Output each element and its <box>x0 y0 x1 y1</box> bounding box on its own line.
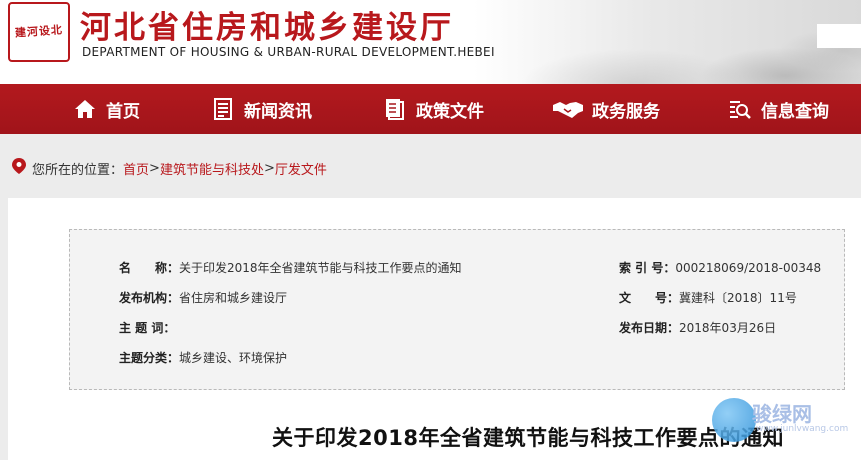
nav-item-home[interactable]: 首页 <box>72 84 140 134</box>
search-icon <box>727 96 753 122</box>
info-date-label: 发布日期： <box>619 321 680 335</box>
watermark-text: 骏绿网 <box>752 402 812 426</box>
info-date-row: 发布日期：2018年03月26日 <box>619 319 776 336</box>
info-category-row: 主题分类：城乡建设、环境保护 <box>119 349 287 366</box>
nav-item-news[interactable]: 新闻资讯 <box>210 84 312 134</box>
main-nav: 首页 新闻资讯 政策文件 政务服务 信息查询 <box>0 84 861 134</box>
nav-item-label: 新闻资讯 <box>244 101 312 122</box>
breadcrumb-link-department[interactable]: 建筑节能与科技处 <box>160 159 264 178</box>
logo-seal[interactable]: 建河设北 <box>8 2 70 62</box>
info-index-row: 索 引 号：000218069/2018-00348 <box>619 259 821 276</box>
info-name-value: 关于印发2018年全省建筑节能与科技工作要点的通知 <box>179 261 462 275</box>
info-index-value: 000218069/2018-00348 <box>675 261 822 275</box>
document-title: 关于印发2018年全省建筑节能与科技工作要点的通知 <box>272 426 784 450</box>
watermark-subtext: www.junlvwang.com <box>756 424 849 434</box>
breadcrumb-prefix: 您所在的位置： <box>32 162 124 178</box>
info-org-row: 发布机构：省住房和城乡建设厅 <box>119 289 287 306</box>
watermark-logo-icon <box>712 398 756 442</box>
site-title[interactable]: 河北省住房和城乡建设厅 <box>80 2 454 47</box>
info-docno-row: 文 号：冀建科〔2018〕11号 <box>619 289 797 306</box>
handshake-icon <box>552 96 584 122</box>
home-icon <box>72 96 98 122</box>
info-category-value: 城乡建设、环境保护 <box>179 351 288 365</box>
site-header: 建河设北 河北省住房和城乡建设厅 DEPARTMENT OF HOUSING &… <box>0 0 861 84</box>
info-docno-label: 文 号： <box>619 291 680 305</box>
nav-item-label: 首页 <box>106 101 140 122</box>
header-landscape-decoration <box>481 0 861 84</box>
info-index-label: 索 引 号： <box>619 261 676 275</box>
nav-item-label: 政务服务 <box>592 101 660 122</box>
site-title-english: DEPARTMENT OF HOUSING & URBAN-RURAL DEVE… <box>82 45 495 59</box>
news-icon <box>210 96 236 122</box>
info-date-value: 2018年03月26日 <box>679 321 777 335</box>
document-icon <box>382 96 408 122</box>
seal-text: 建河设北 <box>14 23 64 40</box>
location-pin-icon <box>12 158 32 178</box>
nav-item-label: 信息查询 <box>761 101 829 122</box>
info-topic-row: 主 题 词： <box>119 319 175 336</box>
breadcrumb-link-category[interactable]: 厅发文件 <box>275 159 327 178</box>
nav-item-query[interactable]: 信息查询 <box>727 84 829 134</box>
info-org-label: 发布机构： <box>119 291 180 305</box>
info-topic-label: 主 题 词： <box>119 321 176 335</box>
info-name-label: 名 称： <box>119 261 180 275</box>
nav-item-services[interactable]: 政务服务 <box>552 84 660 134</box>
header-corner-tab <box>817 24 861 48</box>
watermark: 骏绿网 www.junlvwang.com <box>712 396 852 444</box>
nav-item-policy[interactable]: 政策文件 <box>382 84 484 134</box>
info-org-value: 省住房和城乡建设厅 <box>179 291 288 305</box>
breadcrumb: 您所在的位置： 首页 > 建筑节能与科技处 > 厅发文件 <box>12 158 327 178</box>
info-docno-value: 冀建科〔2018〕11号 <box>679 291 797 305</box>
info-name-row: 名 称：关于印发2018年全省建筑节能与科技工作要点的通知 <box>119 259 462 276</box>
breadcrumb-separator: > <box>263 160 275 176</box>
nav-item-label: 政策文件 <box>416 101 484 122</box>
breadcrumb-link-home[interactable]: 首页 <box>123 159 149 178</box>
info-category-label: 主题分类： <box>119 351 180 365</box>
breadcrumb-separator: > <box>149 160 160 176</box>
